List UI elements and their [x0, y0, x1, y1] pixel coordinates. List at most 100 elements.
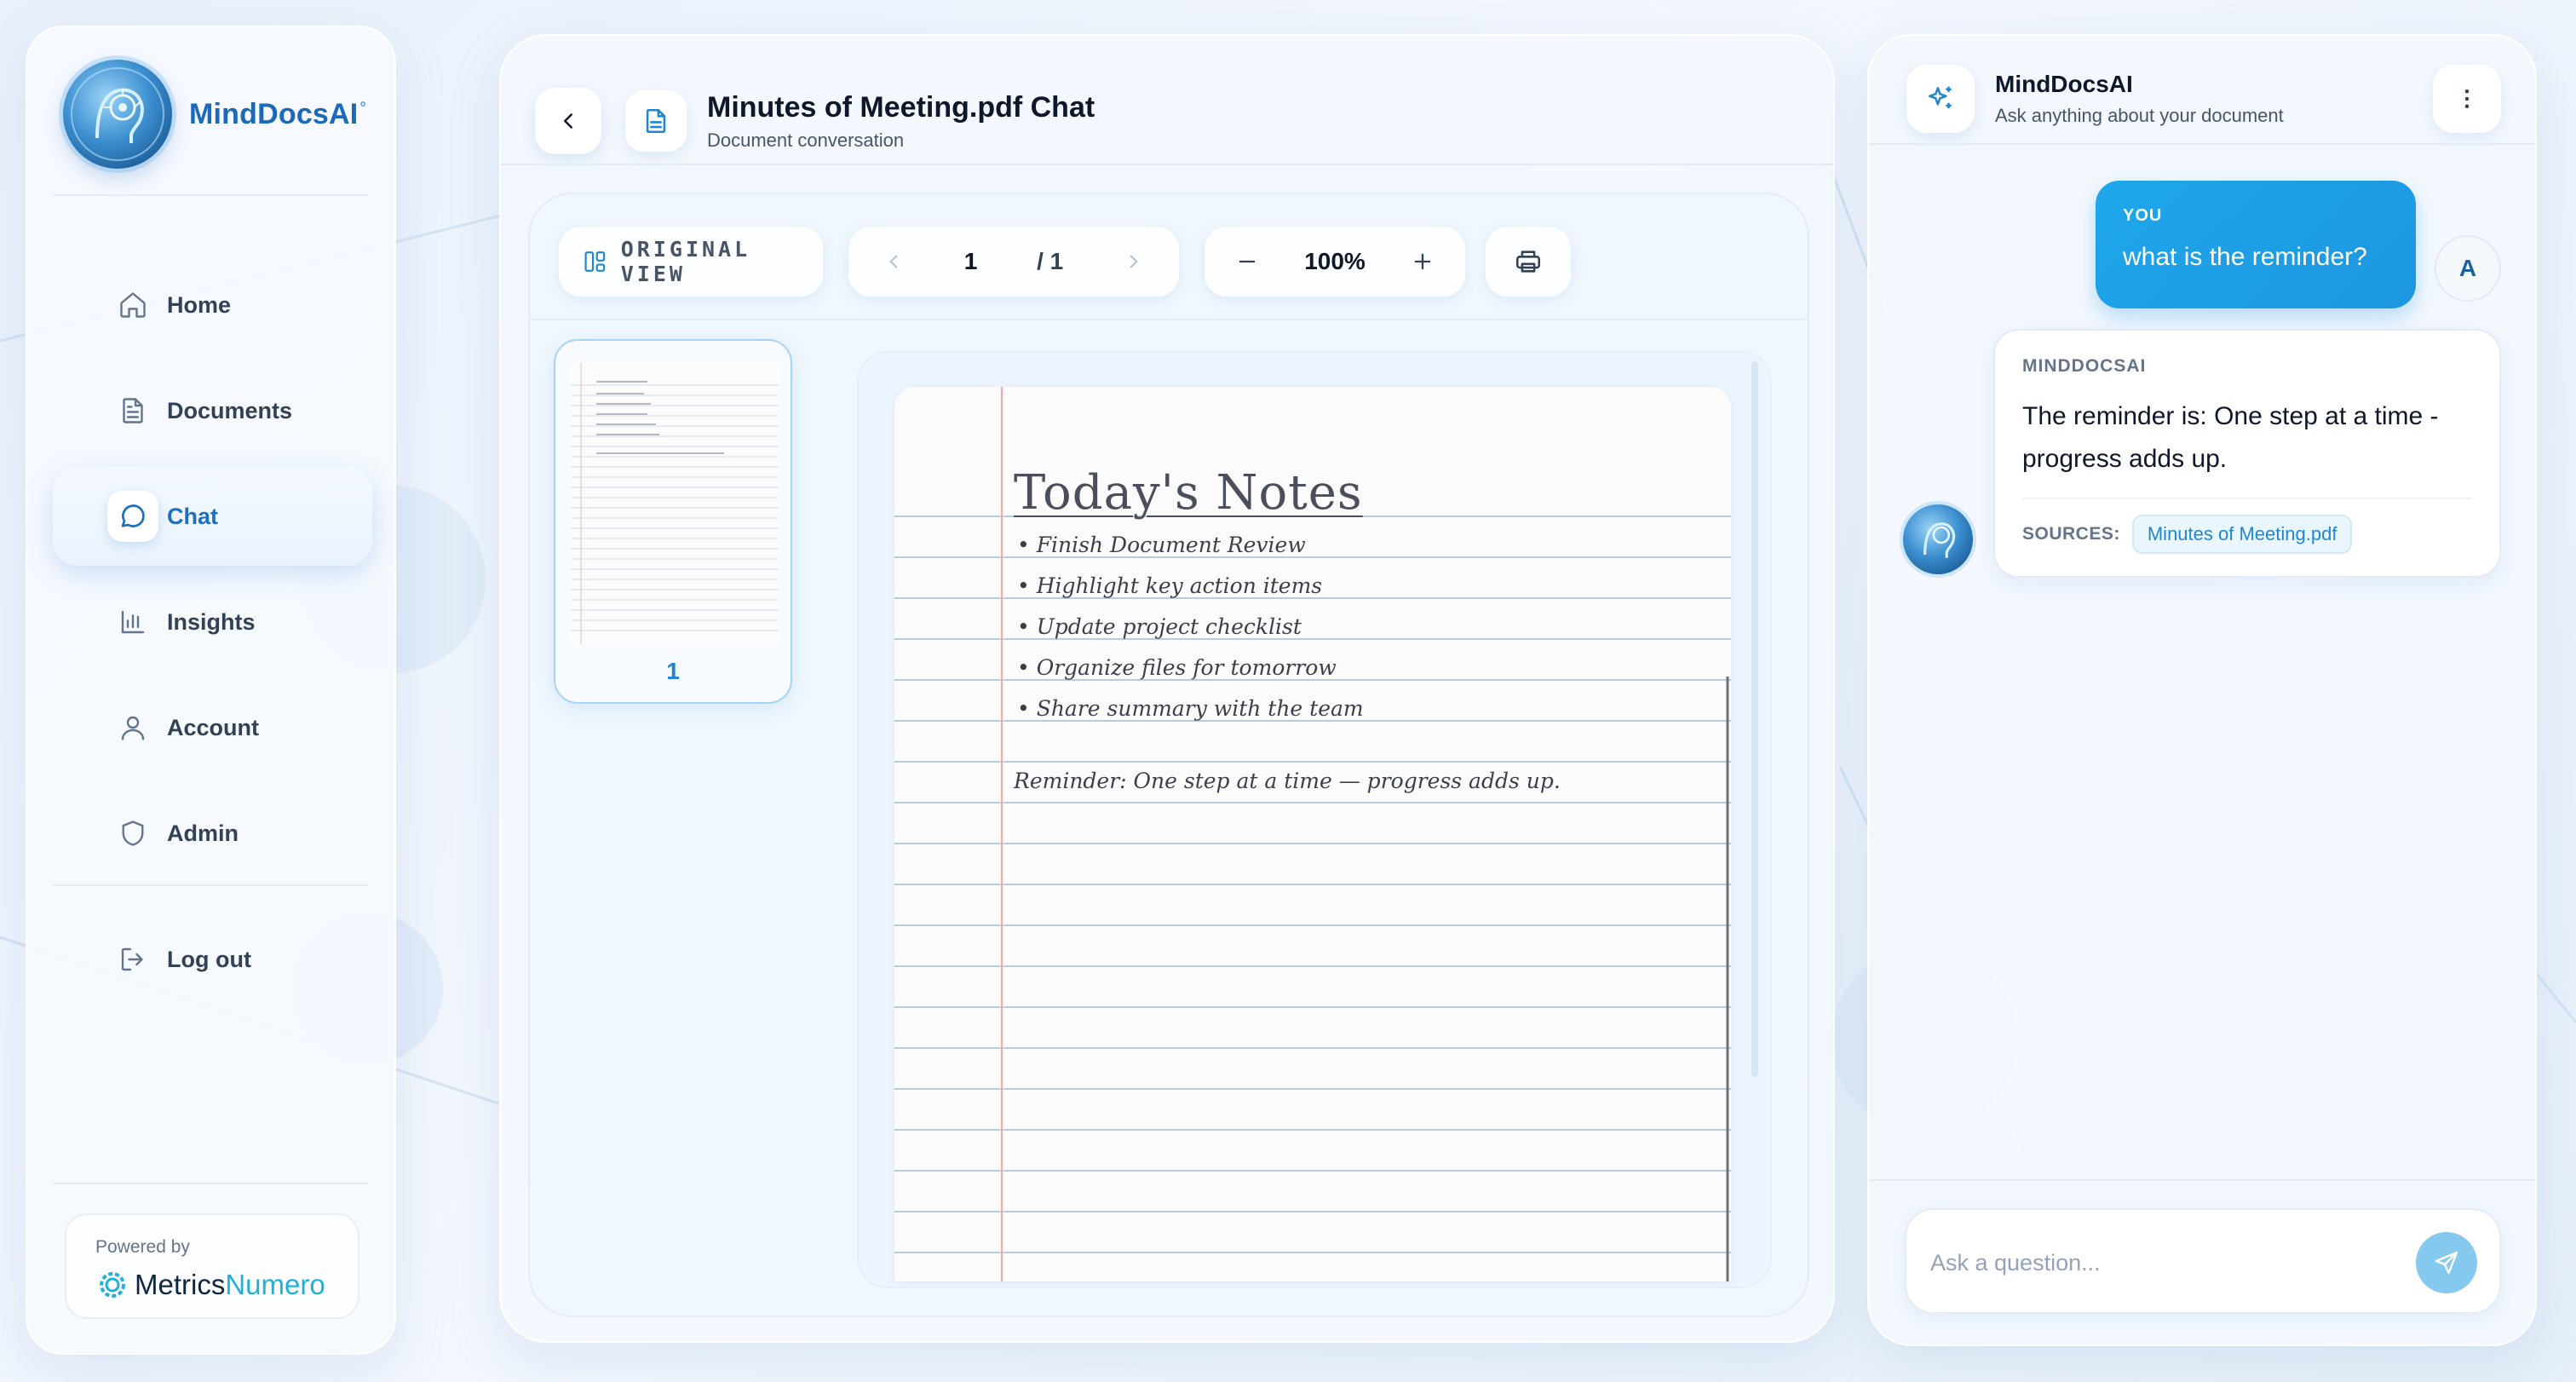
- user-message-text: what is the reminder?: [2123, 243, 2367, 271]
- document-icon: [123, 398, 143, 423]
- handwritten-notes: Today's Notes • Finish Document Review •…: [894, 387, 1731, 1281]
- sidebar-footer-nav: Log out: [53, 910, 372, 1016]
- powered-by-label: Powered by: [95, 1237, 190, 1257]
- page-scrollbar[interactable]: [1751, 361, 1758, 1077]
- bullet-text: Highlight key action items: [1036, 573, 1323, 598]
- sidebar-item-account[interactable]: Account: [53, 678, 372, 777]
- more-vertical-icon: [2464, 89, 2470, 108]
- chat-panel: MindDocsAI Ask anything about your docum…: [1867, 34, 2537, 1346]
- next-page-icon[interactable]: [1123, 250, 1145, 273]
- sidebar-item-label: Account: [167, 714, 259, 740]
- page-title: Minutes of Meeting.pdf Chat: [707, 90, 1095, 124]
- vendor-logo: Metrics Numero: [95, 1268, 358, 1302]
- bullet-text: Update project checklist: [1036, 614, 1302, 639]
- notes-bullet: • Update project checklist: [1017, 614, 1302, 639]
- page-canvas: Today's Notes • Finish Document Review •…: [857, 351, 1772, 1288]
- assistant-label: MINDDOCSAI: [2022, 356, 2147, 376]
- user-label: YOU: [2123, 206, 2163, 225]
- sidebar: MindDocsAI ° Home Documents Chat Insight…: [26, 26, 396, 1355]
- shield-icon: [122, 821, 144, 846]
- current-page-input[interactable]: 1: [964, 248, 978, 275]
- chat-subtitle: Ask anything about your document: [1995, 105, 2284, 126]
- send-icon: [2435, 1251, 2458, 1275]
- prev-page-icon[interactable]: [883, 250, 905, 273]
- sidebar-item-admin[interactable]: Admin: [53, 784, 372, 883]
- assistant-message-text: The reminder is: One step at a time - pr…: [2022, 402, 2439, 473]
- sidebar-item-label: Insights: [167, 608, 256, 635]
- zoom-level: 100%: [1304, 248, 1366, 274]
- gear-logo-icon: [100, 1272, 125, 1298]
- zoom-in-icon[interactable]: [1411, 250, 1435, 274]
- brand-name: MindDocsAI °: [189, 97, 366, 130]
- back-button[interactable]: [535, 88, 601, 154]
- view-mode-label: ORIGINAL VIEW: [620, 237, 751, 286]
- user-avatar: A: [2435, 235, 2501, 302]
- header-divider: [501, 164, 1833, 165]
- printer-icon: [1515, 250, 1541, 273]
- sidebar-item-documents[interactable]: Documents: [53, 361, 372, 460]
- brain-logo-icon: [63, 60, 172, 169]
- bullet-text: Share summary with the team: [1036, 696, 1364, 721]
- notes-bullet: • Finish Document Review: [1017, 533, 1306, 557]
- composer-divider: [1869, 1179, 2535, 1181]
- page-thumbnail[interactable]: 1: [554, 339, 792, 704]
- document-panel: Minutes of Meeting.pdf Chat Document con…: [499, 34, 1835, 1343]
- source-chip[interactable]: Minutes of Meeting.pdf: [2131, 515, 2353, 554]
- thumbnail-preview: [571, 363, 779, 644]
- sidebar-item-chat[interactable]: Chat: [53, 467, 372, 566]
- user-message-bubble: YOU what is the reminder?: [2096, 181, 2416, 308]
- bar-chart-icon: [121, 610, 145, 634]
- chat-title-block: MindDocsAI Ask anything about your docum…: [1995, 71, 2284, 127]
- toolbar-divider: [530, 319, 1808, 320]
- logout-icon: [121, 947, 143, 971]
- page-subtitle: Document conversation: [707, 129, 905, 151]
- layout-icon: [584, 251, 606, 272]
- vendor-name-part1: Metrics: [135, 1269, 226, 1300]
- document-page: Today's Notes • Finish Document Review •…: [894, 387, 1731, 1281]
- send-button[interactable]: [2416, 1232, 2477, 1293]
- sidebar-divider: [53, 1183, 369, 1184]
- document-type-badge: [625, 90, 687, 152]
- logout-button[interactable]: Log out: [53, 910, 372, 1009]
- chat-bubble-icon: [121, 504, 145, 527]
- file-text-icon: [646, 108, 666, 134]
- notes-bullet-list: • Finish Document Review • Highlight key…: [1017, 525, 1364, 729]
- sidebar-item-home[interactable]: Home: [53, 256, 372, 354]
- thumbnail-paper: [571, 363, 779, 644]
- notes-heading: Today's Notes: [1014, 465, 1363, 521]
- logout-label: Log out: [167, 946, 251, 972]
- sources-label: SOURCES:: [2022, 524, 2120, 544]
- notes-bullet: • Highlight key action items: [1017, 573, 1323, 598]
- original-view-toggle[interactable]: ORIGINAL VIEW: [559, 227, 823, 297]
- question-input[interactable]: [1930, 1242, 2390, 1283]
- powered-by-card: Powered by Metrics Numero: [65, 1213, 359, 1319]
- notes-bullet: • Share summary with the team: [1017, 696, 1364, 721]
- total-pages: / 1: [1037, 248, 1064, 274]
- message-divider: [2022, 498, 2472, 499]
- bullet-text: Organize files for tomorrow: [1036, 655, 1337, 680]
- sidebar-item-label: Chat: [167, 503, 218, 529]
- home-icon: [120, 292, 146, 318]
- bullet-text: Finish Document Review: [1036, 533, 1306, 557]
- vendor-name-part2: Numero: [225, 1269, 325, 1300]
- sidebar-item-label: Home: [167, 291, 232, 318]
- document-header: Minutes of Meeting.pdf Chat Document con…: [535, 70, 1799, 172]
- sidebar-item-insights[interactable]: Insights: [53, 573, 372, 671]
- user-icon: [121, 716, 145, 740]
- zoom-out-icon[interactable]: [1235, 250, 1259, 274]
- sparkles-icon: [1929, 86, 1952, 109]
- more-options-button[interactable]: [2433, 65, 2501, 133]
- chevron-left-icon: [564, 113, 572, 129]
- sidebar-item-label: Documents: [167, 397, 293, 423]
- brand[interactable]: MindDocsAI °: [63, 60, 366, 169]
- document-viewer: ORIGINAL VIEW 1 / 1 100% 1 Today's Notes…: [528, 193, 1809, 1317]
- chat-header-divider: [1869, 143, 2535, 145]
- sidebar-nav: Home Documents Chat Insights Account Adm…: [53, 256, 372, 890]
- message-composer: [1905, 1208, 2501, 1314]
- sidebar-divider: [53, 194, 369, 196]
- document-title-block: Minutes of Meeting.pdf Chat Document con…: [707, 91, 1095, 152]
- print-button[interactable]: [1486, 227, 1571, 297]
- notes-reminder: Reminder: One step at a time — progress …: [1014, 769, 1561, 793]
- thumbnail-page-number: 1: [666, 658, 680, 684]
- chat-header: MindDocsAI Ask anything about your docum…: [1906, 56, 2501, 141]
